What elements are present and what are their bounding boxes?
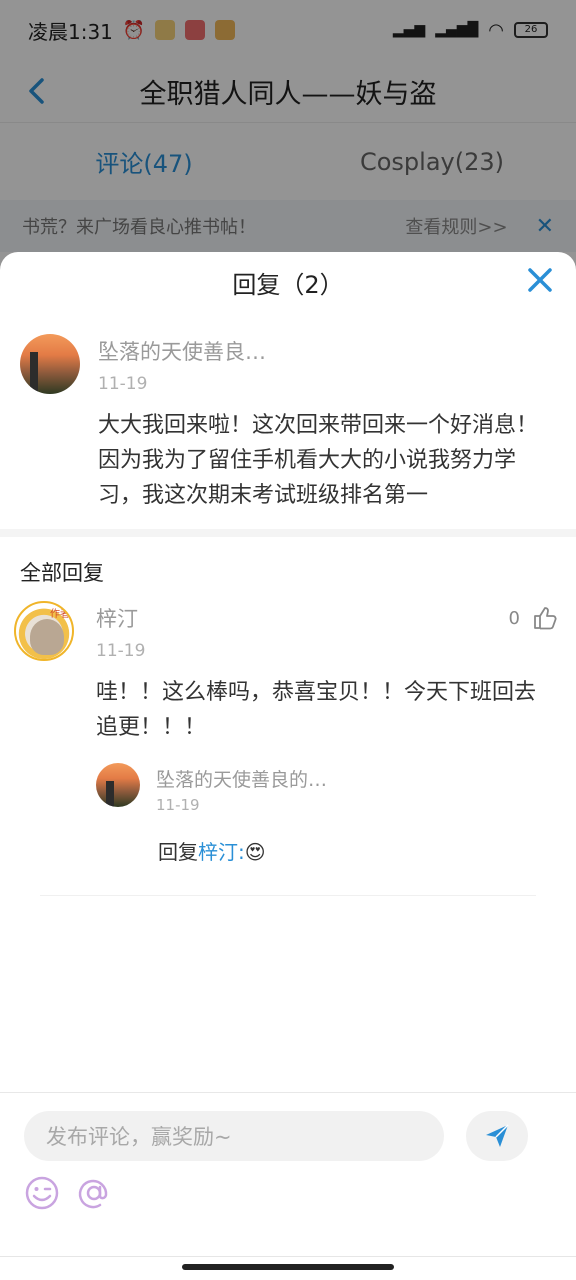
send-button[interactable] <box>466 1111 528 1161</box>
sub-reply-time: 11-19 <box>156 796 200 814</box>
author-badge: 作者 <box>50 609 70 620</box>
sheet-title: 回复（2） <box>232 270 344 299</box>
comment-text: 大大我回来啦！这次回来带回来一个好消息！因为我为了留住手机看大大的小说我努力学习… <box>98 413 539 508</box>
emoji: 😍 <box>244 840 266 864</box>
home-indicator[interactable] <box>182 1264 394 1270</box>
reply-time: 11-19 <box>96 641 146 661</box>
divider <box>0 529 576 537</box>
close-icon[interactable] <box>526 266 554 294</box>
emoji-icon[interactable] <box>24 1175 60 1211</box>
like-count: 0 <box>508 607 520 629</box>
main-comment: 坠落的天使善良… 11-19 大大我回来啦！这次回来带回来一个好消息！因为我为了… <box>0 312 576 513</box>
like-button[interactable]: 0 <box>509 605 558 631</box>
sheet-header: 回复（2） <box>0 252 576 312</box>
mention-icon[interactable] <box>76 1175 112 1211</box>
comment-input[interactable]: 发布评论，赢奖励~ <box>24 1111 444 1161</box>
reply-text: 哇！！这么棒吗，恭喜宝贝！！今天下班回去追更！！！ <box>96 680 537 740</box>
sub-reply: 坠落的天使善良的… 11-19 <box>96 763 556 814</box>
avatar[interactable] <box>20 334 80 394</box>
thumbs-up-icon <box>534 607 557 630</box>
reply-prefix: 回复 <box>158 840 198 864</box>
reply-author-name[interactable]: 梓汀 <box>96 603 556 633</box>
comment-time: 11-19 <box>98 374 148 394</box>
send-icon <box>486 1124 509 1147</box>
avatar-face <box>30 619 64 655</box>
author-avatar[interactable]: 作者 <box>14 601 74 661</box>
comment-author-name[interactable]: 坠落的天使善良… <box>98 336 556 366</box>
reply-item: 作者 梓汀 11-19 哇！！这么棒吗，恭喜宝贝！！今天下班回去追更！！！ 坠落… <box>0 587 576 865</box>
divider <box>0 1256 576 1257</box>
divider <box>40 895 536 896</box>
reply-target-link[interactable]: 梓汀: <box>198 840 245 864</box>
avatar[interactable] <box>96 763 140 807</box>
section-title: 全部回复 <box>20 561 104 585</box>
sub-reply-text: 回复梓汀:😍 <box>158 836 556 865</box>
sub-reply-author-name[interactable]: 坠落的天使善良的… <box>156 765 327 792</box>
comment-input-bar: 发布评论，赢奖励~ <box>0 1092 576 1256</box>
